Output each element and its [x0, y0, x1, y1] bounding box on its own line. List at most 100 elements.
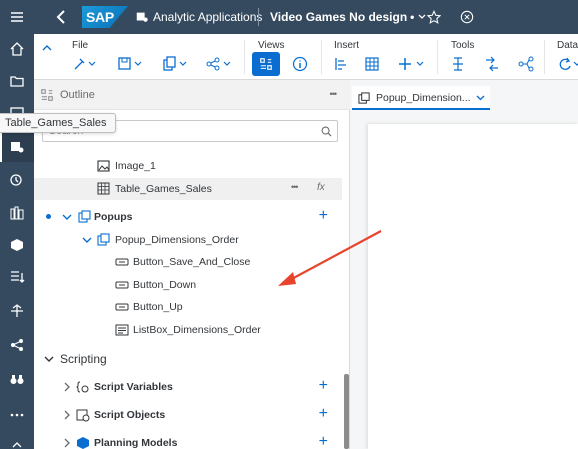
tree-item-button-down[interactable]: Button_Down: [34, 274, 342, 296]
table-icon[interactable]: [365, 54, 379, 74]
models-icon[interactable]: [0, 198, 34, 228]
chevron-down-icon: [418, 14, 426, 19]
tree-section-label: Scripting: [60, 352, 107, 366]
tree-item-script-variables[interactable]: Script Variables +: [34, 376, 342, 398]
chevron-right-icon: [64, 382, 70, 392]
sap-logo[interactable]: SAP: [82, 6, 128, 28]
folder-icon[interactable]: [0, 66, 34, 96]
connections-icon[interactable]: [0, 296, 34, 326]
tree-item-label: Planning Models: [94, 437, 178, 449]
refresh-icon[interactable]: [557, 54, 578, 74]
more-icon[interactable]: [0, 400, 34, 430]
chevron-down-icon: [82, 237, 92, 243]
document-title[interactable]: Video Games No design •: [270, 0, 426, 34]
table-icon: [97, 182, 110, 195]
views-group-label: Views: [258, 40, 285, 51]
image-icon: [97, 160, 110, 172]
toolbar: File Views Insert Tools Data: [34, 34, 578, 80]
add-icon[interactable]: +: [319, 406, 328, 422]
tree-item-popups[interactable]: Popups +: [34, 206, 342, 228]
transform-icon[interactable]: [484, 54, 500, 74]
tree-item-label: Button_Up: [133, 301, 183, 313]
tree-item-label: Script Objects: [94, 409, 166, 421]
tab-popup-dimensions[interactable]: Popup_Dimension...: [352, 86, 490, 110]
outline-panel: Outline ••• Search Image_1 Table_Games_S…: [34, 80, 350, 449]
add-icon[interactable]: +: [319, 378, 328, 394]
star-icon[interactable]: [427, 0, 443, 34]
tree-item-label: ListBox_Dimensions_Order: [133, 324, 261, 336]
share-icon[interactable]: [0, 330, 34, 360]
share-icon[interactable]: [206, 54, 232, 74]
data-group-label: Data: [557, 40, 578, 51]
tree-item-script-objects[interactable]: Script Objects +: [34, 404, 342, 426]
shell-divider: [258, 8, 259, 26]
add-widget-icon[interactable]: [398, 54, 426, 74]
tree-item-listbox[interactable]: ListBox_Dimensions_Order: [34, 319, 342, 341]
add-icon[interactable]: +: [319, 208, 328, 224]
data-actions-icon[interactable]: [0, 262, 34, 292]
tree-item-label: Button_Save_And_Close: [133, 256, 251, 268]
tools-group-label: Tools: [451, 40, 475, 51]
side-navigation-rail: [0, 0, 34, 449]
binoculars-icon[interactable]: [0, 364, 34, 394]
home-icon[interactable]: [0, 34, 34, 64]
button-icon: [115, 281, 129, 289]
app-name: Analytic Applications: [153, 10, 263, 24]
scrollbar[interactable]: [344, 374, 349, 449]
tree-item-popup-dimensions-order[interactable]: Popup_Dimensions_Order: [34, 229, 342, 251]
analytic-app-icon[interactable]: [0, 132, 34, 162]
more-options-icon[interactable]: •••: [291, 182, 299, 192]
chevron-down-icon: [476, 95, 485, 101]
tree-item-button-save-and-close[interactable]: Button_Save_And_Close: [34, 251, 342, 273]
unsaved-indicator: •: [410, 10, 415, 24]
button-icon: [115, 303, 129, 311]
tree-section-scripting[interactable]: Scripting: [34, 347, 342, 371]
tree-item-label: Table_Games_Sales: [115, 183, 212, 195]
outline-title: Outline: [60, 89, 95, 101]
tree-item-label: Button_Down: [133, 279, 197, 291]
button-icon: [115, 258, 129, 266]
copy-icon[interactable]: [162, 54, 188, 74]
document-name: Video Games No design: [270, 10, 408, 24]
edit-tools-icon[interactable]: [72, 54, 96, 74]
listbox-icon: [115, 324, 129, 336]
shell-bar: SAP Analytic Applications Video Games No…: [34, 0, 578, 34]
menu-icon[interactable]: [0, 2, 34, 32]
tree-item-label: Image_1: [115, 160, 156, 172]
toolbar-divider: [321, 40, 322, 74]
search-icon: [321, 126, 332, 137]
tree-item-image[interactable]: Image_1: [34, 155, 342, 177]
script-variable-icon: [76, 381, 89, 393]
collapse-toolbar-icon[interactable]: [42, 39, 52, 57]
linked-analysis-icon[interactable]: [518, 54, 534, 74]
tree-item-table[interactable]: Table_Games_Sales ••• fx: [34, 178, 342, 200]
script-object-icon: [76, 409, 90, 422]
script-fx-icon[interactable]: fx: [317, 182, 325, 193]
add-icon[interactable]: +: [319, 434, 328, 449]
toolbar-divider: [544, 40, 545, 74]
chart-icon[interactable]: [334, 54, 348, 74]
tab-label: Popup_Dimension...: [376, 92, 471, 104]
insert-group-label: Insert: [334, 40, 360, 51]
close-circle-icon[interactable]: [460, 0, 476, 34]
back-icon[interactable]: [56, 0, 72, 34]
explorer-icon[interactable]: [0, 166, 34, 196]
analytic-app-icon: [135, 0, 151, 34]
more-options-icon[interactable]: •••: [330, 89, 338, 99]
outline-view-button[interactable]: [252, 52, 280, 76]
tree-item-planning-models[interactable]: Planning Models +: [34, 432, 342, 449]
chevron-right-icon: [64, 438, 70, 448]
popup-canvas[interactable]: [368, 124, 578, 449]
file-group-label: File: [72, 40, 89, 51]
info-icon[interactable]: [292, 54, 308, 74]
cube-icon: [77, 437, 89, 449]
collapse-icon[interactable]: [0, 430, 34, 449]
cube-icon[interactable]: [0, 230, 34, 260]
chevron-down-icon: [44, 356, 54, 362]
chevron-down-icon: [62, 214, 72, 220]
save-icon[interactable]: [117, 54, 143, 74]
tooltip: Table_Games_Sales: [0, 113, 116, 133]
tree-item-button-up[interactable]: Button_Up: [34, 296, 342, 318]
formula-icon[interactable]: [451, 54, 465, 74]
toolbar-divider: [437, 40, 438, 74]
